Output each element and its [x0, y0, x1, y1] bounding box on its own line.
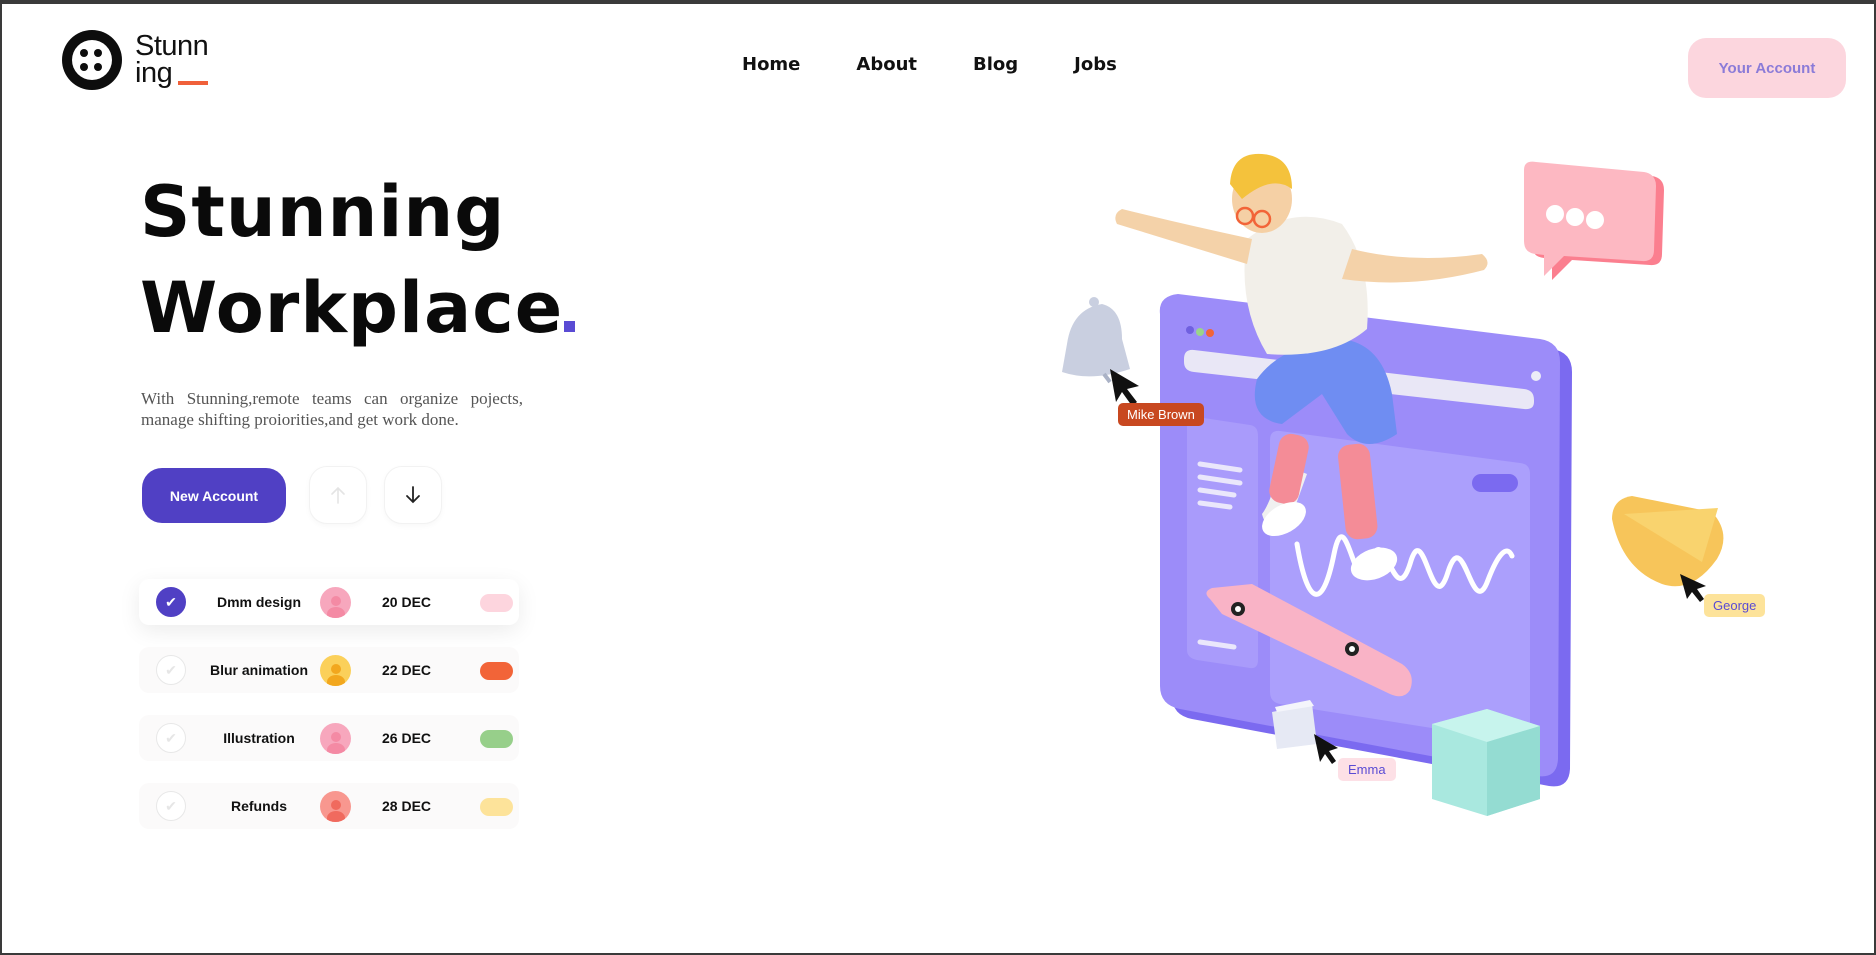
- task-checkbox[interactable]: ✔: [156, 791, 186, 821]
- label-emma: Emma: [1338, 758, 1396, 781]
- logo-mark-icon: [62, 30, 122, 90]
- task-date: 20 DEC: [382, 594, 432, 610]
- title-period-mark: [564, 321, 576, 332]
- logo-text: Stunn ing: [135, 30, 209, 89]
- main-nav: Home About Blog Jobs: [742, 54, 1173, 75]
- task-checkbox[interactable]: ✔: [156, 587, 186, 617]
- task-date: 22 DEC: [382, 662, 432, 678]
- nav-blog[interactable]: Blog: [973, 54, 1018, 75]
- check-icon: ✔: [165, 593, 177, 610]
- logo-underline: [178, 81, 209, 85]
- label-mike-brown: Mike Brown: [1118, 403, 1204, 426]
- task-tag: [480, 798, 513, 816]
- task-tag: [480, 662, 513, 680]
- logo-text-line2: ing: [135, 57, 173, 89]
- check-icon: ✔: [165, 729, 177, 746]
- logo[interactable]: Stunn ing: [62, 30, 209, 90]
- task-checkbox[interactable]: ✔: [156, 655, 186, 685]
- avatar: [320, 791, 351, 822]
- check-icon: ✔: [165, 661, 177, 678]
- arrow-up-icon: [331, 486, 345, 504]
- task-name: Illustration: [223, 730, 295, 746]
- task-tag: [480, 594, 513, 612]
- avatar: [320, 587, 351, 618]
- logo-text-line1: Stunn: [135, 30, 209, 62]
- task-date: 28 DEC: [382, 798, 432, 814]
- new-account-button[interactable]: New Account: [142, 468, 286, 523]
- task-date: 26 DEC: [382, 730, 432, 746]
- task-name: Blur animation: [209, 662, 308, 678]
- nav-about[interactable]: About: [856, 54, 917, 75]
- nav-jobs[interactable]: Jobs: [1074, 54, 1117, 75]
- arrow-down-icon: [406, 486, 420, 504]
- hero-description: With Stunning,remote teams can organize …: [141, 389, 523, 429]
- label-george: George: [1704, 594, 1766, 617]
- skater-illustration: [1062, 153, 1724, 816]
- task-row[interactable]: ✔ Illustration 26 DEC: [139, 715, 519, 761]
- hero-illustration: Mike Brown George Emma: [1012, 144, 1822, 824]
- task-name: Dmm design: [216, 594, 301, 610]
- scroll-up-button[interactable]: [309, 466, 367, 524]
- avatar: [320, 723, 351, 754]
- task-checkbox[interactable]: ✔: [156, 723, 186, 753]
- hero-title-line2: Workplace: [140, 267, 564, 349]
- task-row[interactable]: ✔ Blur animation 22 DEC: [139, 647, 519, 693]
- check-icon: ✔: [165, 797, 177, 814]
- page: Stunn ing Home About Blog Jobs Your Acco…: [2, 4, 1874, 953]
- scroll-down-button[interactable]: [384, 466, 442, 524]
- task-row[interactable]: ✔ Refunds 28 DEC: [139, 783, 519, 829]
- nav-home[interactable]: Home: [742, 54, 800, 75]
- hero-title: Stunning Workplace: [140, 164, 576, 356]
- task-name: Refunds: [231, 798, 287, 814]
- task-tag: [480, 730, 513, 748]
- hero-title-line1: Stunning: [140, 171, 506, 253]
- your-account-button[interactable]: Your Account: [1688, 38, 1846, 98]
- avatar: [320, 655, 351, 686]
- task-row[interactable]: ✔ Dmm design 20 DEC: [139, 579, 519, 625]
